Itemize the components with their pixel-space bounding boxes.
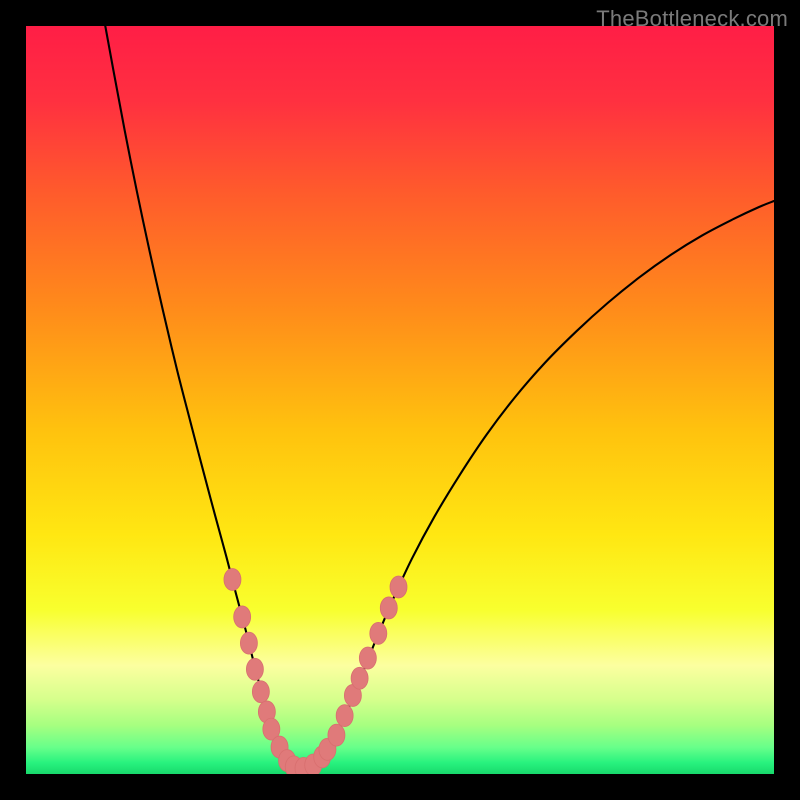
chart-plot-area — [26, 26, 774, 774]
chart-background — [26, 26, 774, 774]
chart-svg — [26, 26, 774, 774]
data-marker — [336, 705, 353, 727]
data-marker — [328, 724, 345, 746]
data-marker — [359, 647, 376, 669]
data-marker — [246, 658, 263, 680]
data-marker — [240, 632, 257, 654]
data-marker — [390, 576, 407, 598]
data-marker — [224, 569, 241, 591]
data-marker — [351, 667, 368, 689]
data-marker — [234, 606, 251, 628]
data-marker — [370, 622, 387, 644]
data-marker — [380, 597, 397, 619]
watermark-text: TheBottleneck.com — [596, 6, 788, 32]
data-marker — [252, 681, 269, 703]
